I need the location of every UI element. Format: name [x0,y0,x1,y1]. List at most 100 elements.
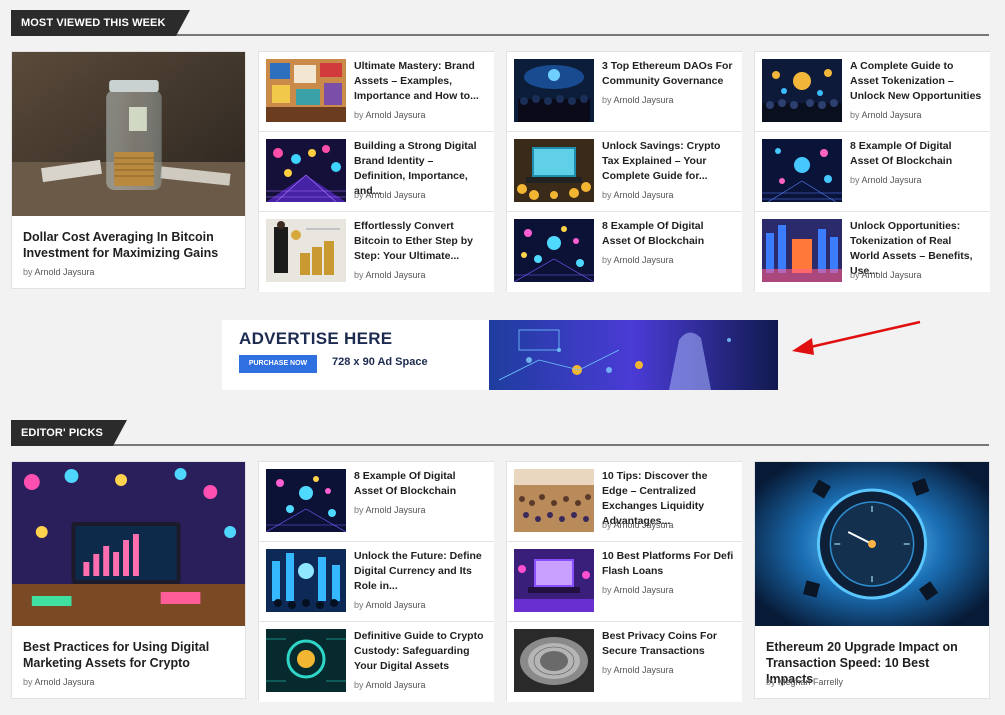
article-author: by Arnold Jaysura [354,190,426,200]
author-link[interactable]: Arnold Jaysura [614,520,674,530]
article-thumbnail[interactable] [762,59,842,122]
author-link[interactable]: Arnold Jaysura [614,665,674,675]
article-title[interactable]: Best Privacy Coins For Secure Transactio… [602,629,734,659]
article-thumbnail[interactable] [514,629,594,692]
article-list-column: 10 Tips: Discover the Edge – Centralized… [506,461,742,702]
list-item[interactable]: Best Privacy Coins For Secure Transactio… [507,622,742,702]
editors-picks-heading: EDITOR' PICKS [11,420,127,446]
article-thumbnail[interactable] [762,219,842,282]
featured-article-card[interactable]: Dollar Cost Averaging In Bitcoin Investm… [11,51,246,289]
article-title[interactable]: 10 Best Platforms For Defi Flash Loans [602,549,734,579]
article-thumbnail[interactable] [266,469,346,532]
author-link[interactable]: Arnold Jaysura [35,267,95,277]
article-author: by Meghan Farrelly [766,677,844,687]
article-thumbnail[interactable] [12,52,245,216]
article-author: by Arnold Jaysura [602,585,674,595]
article-author: by Arnold Jaysura [354,110,426,120]
list-item[interactable]: Unlock the Future: Define Digital Curren… [259,542,494,622]
list-item[interactable]: 3 Top Ethereum DAOs For Community Govern… [507,52,742,132]
editors-picks-header: EDITOR' PICKS [11,420,989,446]
author-link[interactable]: Arnold Jaysura [35,677,95,687]
list-item[interactable]: 10 Tips: Discover the Edge – Centralized… [507,462,742,542]
list-item[interactable]: 8 Example Of Digital Asset Of Blockchain… [259,462,494,542]
ad-banner[interactable]: ADVERTISE HERE PURCHASE NOW 728 x 90 Ad … [222,320,778,390]
list-item[interactable]: Effortlessly Convert Bitcoin to Ether St… [259,212,494,292]
list-item[interactable]: Definitive Guide to Crypto Custody: Safe… [259,622,494,702]
list-item[interactable]: Ultimate Mastery: Brand Assets – Example… [259,52,494,132]
author-link[interactable]: Arnold Jaysura [366,270,426,280]
article-title[interactable]: 8 Example Of Digital Asset Of Blockchain [850,139,982,169]
article-thumbnail[interactable] [266,139,346,202]
article-author: by Arnold Jaysura [850,110,922,120]
purchase-now-button[interactable]: PURCHASE NOW [239,355,317,373]
article-thumbnail[interactable] [266,629,346,692]
article-author: by Arnold Jaysura [354,505,426,515]
article-thumbnail[interactable] [755,462,989,626]
list-item[interactable]: 8 Example Of Digital Asset Of Blockchain… [755,132,990,212]
article-title[interactable]: Ultimate Mastery: Brand Assets – Example… [354,59,486,104]
article-title[interactable]: A Complete Guide to Asset Tokenization –… [850,59,982,104]
article-thumbnail[interactable] [266,219,346,282]
list-item[interactable]: 10 Best Platforms For Defi Flash Loans b… [507,542,742,622]
author-link[interactable]: Arnold Jaysura [366,110,426,120]
article-thumbnail[interactable] [514,59,594,122]
article-thumbnail[interactable] [266,59,346,122]
article-list-column: Ultimate Mastery: Brand Assets – Example… [258,51,494,292]
article-title[interactable]: Dollar Cost Averaging In Bitcoin Investm… [23,229,235,261]
article-title[interactable]: Unlock the Future: Define Digital Curren… [354,549,486,594]
author-link[interactable]: Arnold Jaysura [862,110,922,120]
article-author: by Arnold Jaysura [850,175,922,185]
article-author: by Arnold Jaysura [602,255,674,265]
list-item[interactable]: 8 Example Of Digital Asset Of Blockchain… [507,212,742,292]
author-link[interactable]: Arnold Jaysura [862,270,922,280]
article-thumbnail[interactable] [514,469,594,532]
article-author: by Arnold Jaysura [354,270,426,280]
author-link[interactable]: Arnold Jaysura [614,95,674,105]
featured-article-card[interactable]: Ethereum 20 Upgrade Impact on Transactio… [754,461,990,699]
author-link[interactable]: Arnold Jaysura [366,680,426,690]
article-list-column: A Complete Guide to Asset Tokenization –… [754,51,990,292]
author-link[interactable]: Arnold Jaysura [366,190,426,200]
article-thumbnail[interactable] [12,462,245,626]
most-viewed-header: MOST VIEWED THIS WEEK [11,10,989,36]
author-link[interactable]: Arnold Jaysura [366,600,426,610]
list-item[interactable]: A Complete Guide to Asset Tokenization –… [755,52,990,132]
article-title[interactable]: 3 Top Ethereum DAOs For Community Govern… [602,59,734,89]
article-list-column: 3 Top Ethereum DAOs For Community Govern… [506,51,742,292]
author-link[interactable]: Arnold Jaysura [614,255,674,265]
author-link[interactable]: Arnold Jaysura [614,190,674,200]
list-item[interactable]: Unlock Opportunities: Tokenization of Re… [755,212,990,292]
list-item[interactable]: Building a Strong Digital Brand Identity… [259,132,494,212]
author-link[interactable]: Arnold Jaysura [614,585,674,595]
author-link[interactable]: Arnold Jaysura [862,175,922,185]
article-title[interactable]: 8 Example Of Digital Asset Of Blockchain [602,219,734,249]
article-author: by Arnold Jaysura [354,680,426,690]
article-author: by Arnold Jaysura [602,665,674,675]
article-list-column: 8 Example Of Digital Asset Of Blockchain… [258,461,494,702]
red-arrow-icon [792,320,921,355]
article-author: by Arnold Jaysura [850,270,922,280]
article-author: by Arnold Jaysura [354,600,426,610]
article-author: by Arnold Jaysura [23,267,95,277]
article-thumbnail[interactable] [514,549,594,612]
ad-title: ADVERTISE HERE [239,329,393,348]
article-title[interactable]: Best Practices for Using Digital Marketi… [23,639,235,671]
article-author: by Arnold Jaysura [602,190,674,200]
article-thumbnail[interactable] [762,139,842,202]
featured-article-card[interactable]: Best Practices for Using Digital Marketi… [11,461,246,699]
author-link[interactable]: Meghan Farrelly [778,677,843,687]
ad-size-label: 728 x 90 Ad Space [332,356,428,368]
article-thumbnail[interactable] [514,219,594,282]
article-thumbnail[interactable] [514,139,594,202]
article-title[interactable]: Effortlessly Convert Bitcoin to Ether St… [354,219,486,264]
article-title[interactable]: 8 Example Of Digital Asset Of Blockchain [354,469,486,499]
article-title[interactable]: Definitive Guide to Crypto Custody: Safe… [354,629,486,674]
list-item[interactable]: Unlock Savings: Crypto Tax Explained – Y… [507,132,742,212]
most-viewed-heading: MOST VIEWED THIS WEEK [11,10,189,36]
article-thumbnail[interactable] [266,549,346,612]
article-author: by Arnold Jaysura [602,95,674,105]
article-author: by Arnold Jaysura [602,520,674,530]
author-link[interactable]: Arnold Jaysura [366,505,426,515]
ad-banner-image [489,320,778,390]
article-title[interactable]: Unlock Savings: Crypto Tax Explained – Y… [602,139,734,184]
